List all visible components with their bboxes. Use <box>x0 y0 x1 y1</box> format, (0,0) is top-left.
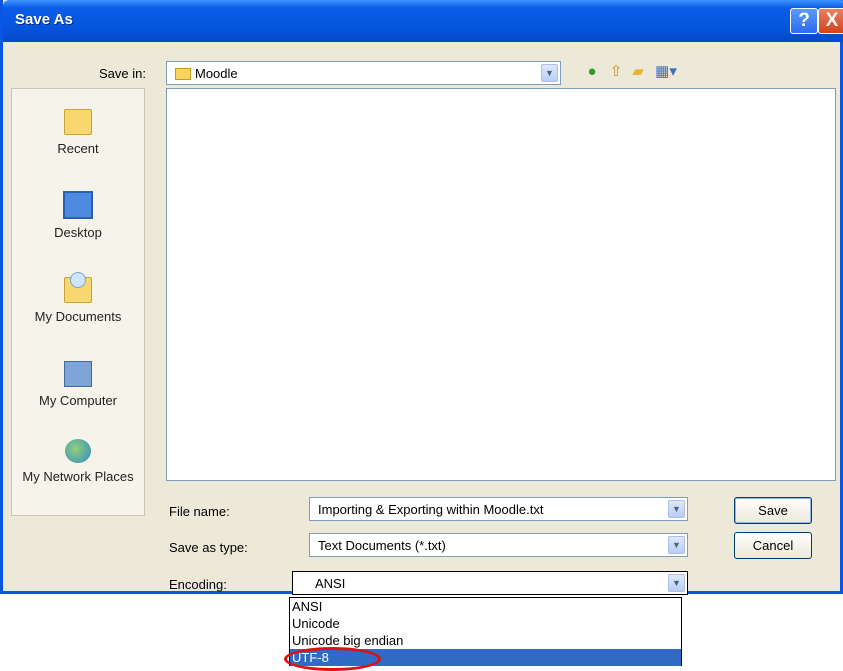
my-documents-icon <box>64 272 92 303</box>
encoding-option-unicode[interactable]: Unicode <box>290 615 681 632</box>
place-recent[interactable]: Recent <box>12 109 144 156</box>
chevron-down-icon[interactable]: ▼ <box>668 500 685 518</box>
save-as-type-value: Text Documents (*.txt) <box>318 538 446 553</box>
folder-icon <box>175 67 191 80</box>
my-computer-icon <box>64 361 92 387</box>
place-label: My Documents <box>34 309 122 324</box>
desktop-icon <box>63 191 93 219</box>
places-bar: Recent Desktop My Documents My Computer … <box>11 88 145 516</box>
place-desktop[interactable]: Desktop <box>12 191 144 240</box>
encoding-label: Encoding: <box>169 577 227 592</box>
place-my-network-places[interactable]: My Network Places <box>22 439 134 484</box>
chevron-down-icon[interactable]: ▼ <box>668 536 685 554</box>
encoding-value: ANSI <box>315 576 346 591</box>
save-as-type-label: Save as type: <box>169 540 248 555</box>
place-label: Desktop <box>54 225 102 240</box>
save-in-value: Moodle <box>195 66 238 81</box>
network-places-icon <box>65 439 91 463</box>
encoding-option-unicode-big-endian[interactable]: Unicode big endian <box>290 632 681 649</box>
new-folder-icon[interactable]: ▰ <box>629 63 647 81</box>
dialog-title: Save As <box>15 11 73 28</box>
place-my-computer[interactable]: My Computer <box>12 361 144 408</box>
chevron-down-icon[interactable]: ▼ <box>541 64 558 82</box>
chevron-down-icon[interactable]: ▼ <box>668 574 685 592</box>
file-name-value: Importing & Exporting within Moodle.txt <box>318 502 544 517</box>
place-label: My Network Places <box>22 469 134 484</box>
title-bar[interactable]: Save As ? X <box>3 0 843 42</box>
save-in-label: Save in: <box>99 66 146 81</box>
views-menu-icon[interactable]: ▦▾ <box>653 63 679 81</box>
save-as-dialog: Save As ? X Save in: Moodle ▼ ● ⇧ ▰ ▦▾ R… <box>0 0 843 595</box>
back-icon[interactable]: ● <box>583 63 601 81</box>
annotation-circle <box>284 647 381 671</box>
save-in-combo[interactable]: Moodle ▼ <box>166 61 561 85</box>
up-folder-icon[interactable]: ⇧ <box>607 63 625 81</box>
file-name-label: File name: <box>169 504 230 519</box>
place-label: My Computer <box>38 393 118 408</box>
file-list[interactable] <box>166 88 836 481</box>
encoding-option-ansi[interactable]: ANSI <box>290 598 681 615</box>
save-as-type-select[interactable]: Text Documents (*.txt) ▼ <box>309 533 688 557</box>
save-button[interactable]: Save <box>734 497 812 524</box>
file-name-field[interactable]: Importing & Exporting within Moodle.txt … <box>309 497 688 521</box>
close-button[interactable]: X <box>818 8 843 34</box>
recent-folder-icon <box>64 109 92 135</box>
encoding-select[interactable]: ANSI ▼ <box>292 571 688 595</box>
cancel-button[interactable]: Cancel <box>734 532 812 559</box>
place-label: Recent <box>57 141 99 156</box>
help-button[interactable]: ? <box>790 8 818 34</box>
place-my-documents[interactable]: My Documents <box>12 272 144 324</box>
